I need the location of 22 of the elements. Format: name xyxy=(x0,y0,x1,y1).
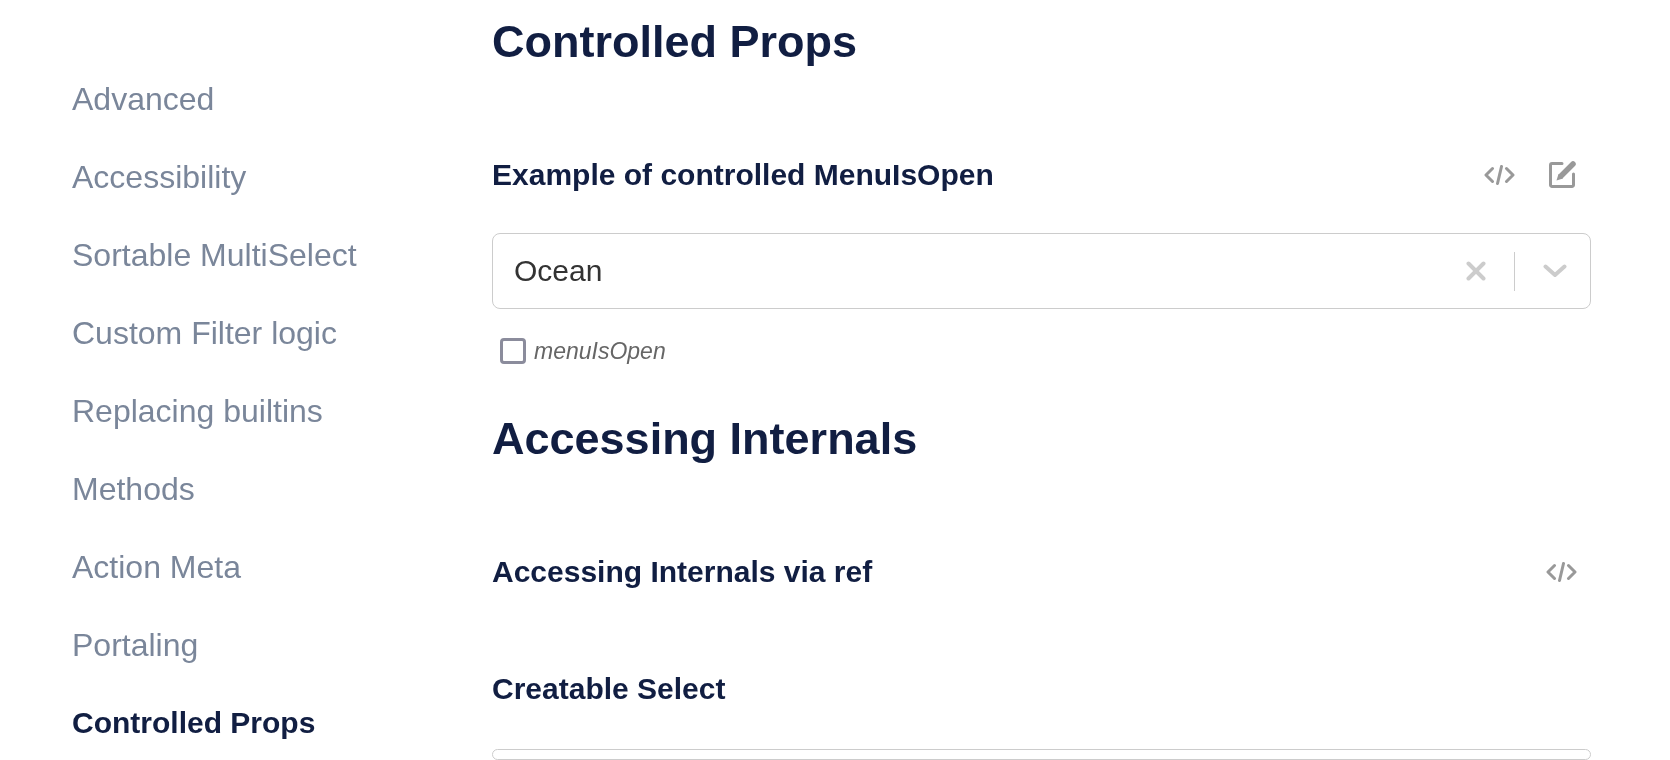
sidebar-link[interactable]: Replacing builtins xyxy=(72,392,323,430)
sidebar-link[interactable]: Custom Filter logic xyxy=(72,314,337,352)
select-field[interactable]: Ocean xyxy=(492,233,1591,309)
sidebar-link[interactable]: Portaling xyxy=(72,626,199,664)
sidebar-link[interactable]: Accessibility xyxy=(72,158,247,196)
example-title: Example of controlled MenuIsOpen xyxy=(492,157,994,193)
sidebar-link[interactable]: Action Meta xyxy=(72,548,241,586)
checkbox[interactable] xyxy=(500,338,526,364)
chevron-down-icon[interactable] xyxy=(1543,264,1567,278)
sidebar-link[interactable]: Sortable MultiSelect xyxy=(72,236,357,274)
code-icon[interactable] xyxy=(1484,165,1515,185)
section-heading: Accessing Internals xyxy=(492,412,918,466)
edit-icon[interactable] xyxy=(1547,160,1577,190)
sidebar-link[interactable]: Methods xyxy=(72,470,195,508)
clear-icon[interactable] xyxy=(1465,261,1486,281)
code-icon[interactable] xyxy=(1546,562,1577,582)
section-heading: Controlled Props xyxy=(492,15,857,69)
sidebar-link[interactable]: Controlled Props xyxy=(72,704,316,742)
checkbox-label: menuIsOpen xyxy=(534,337,666,365)
sidebar-link[interactable]: Advanced xyxy=(72,80,215,118)
example-title: Accessing Internals via ref xyxy=(492,554,873,590)
example-title: Creatable Select xyxy=(492,671,726,707)
